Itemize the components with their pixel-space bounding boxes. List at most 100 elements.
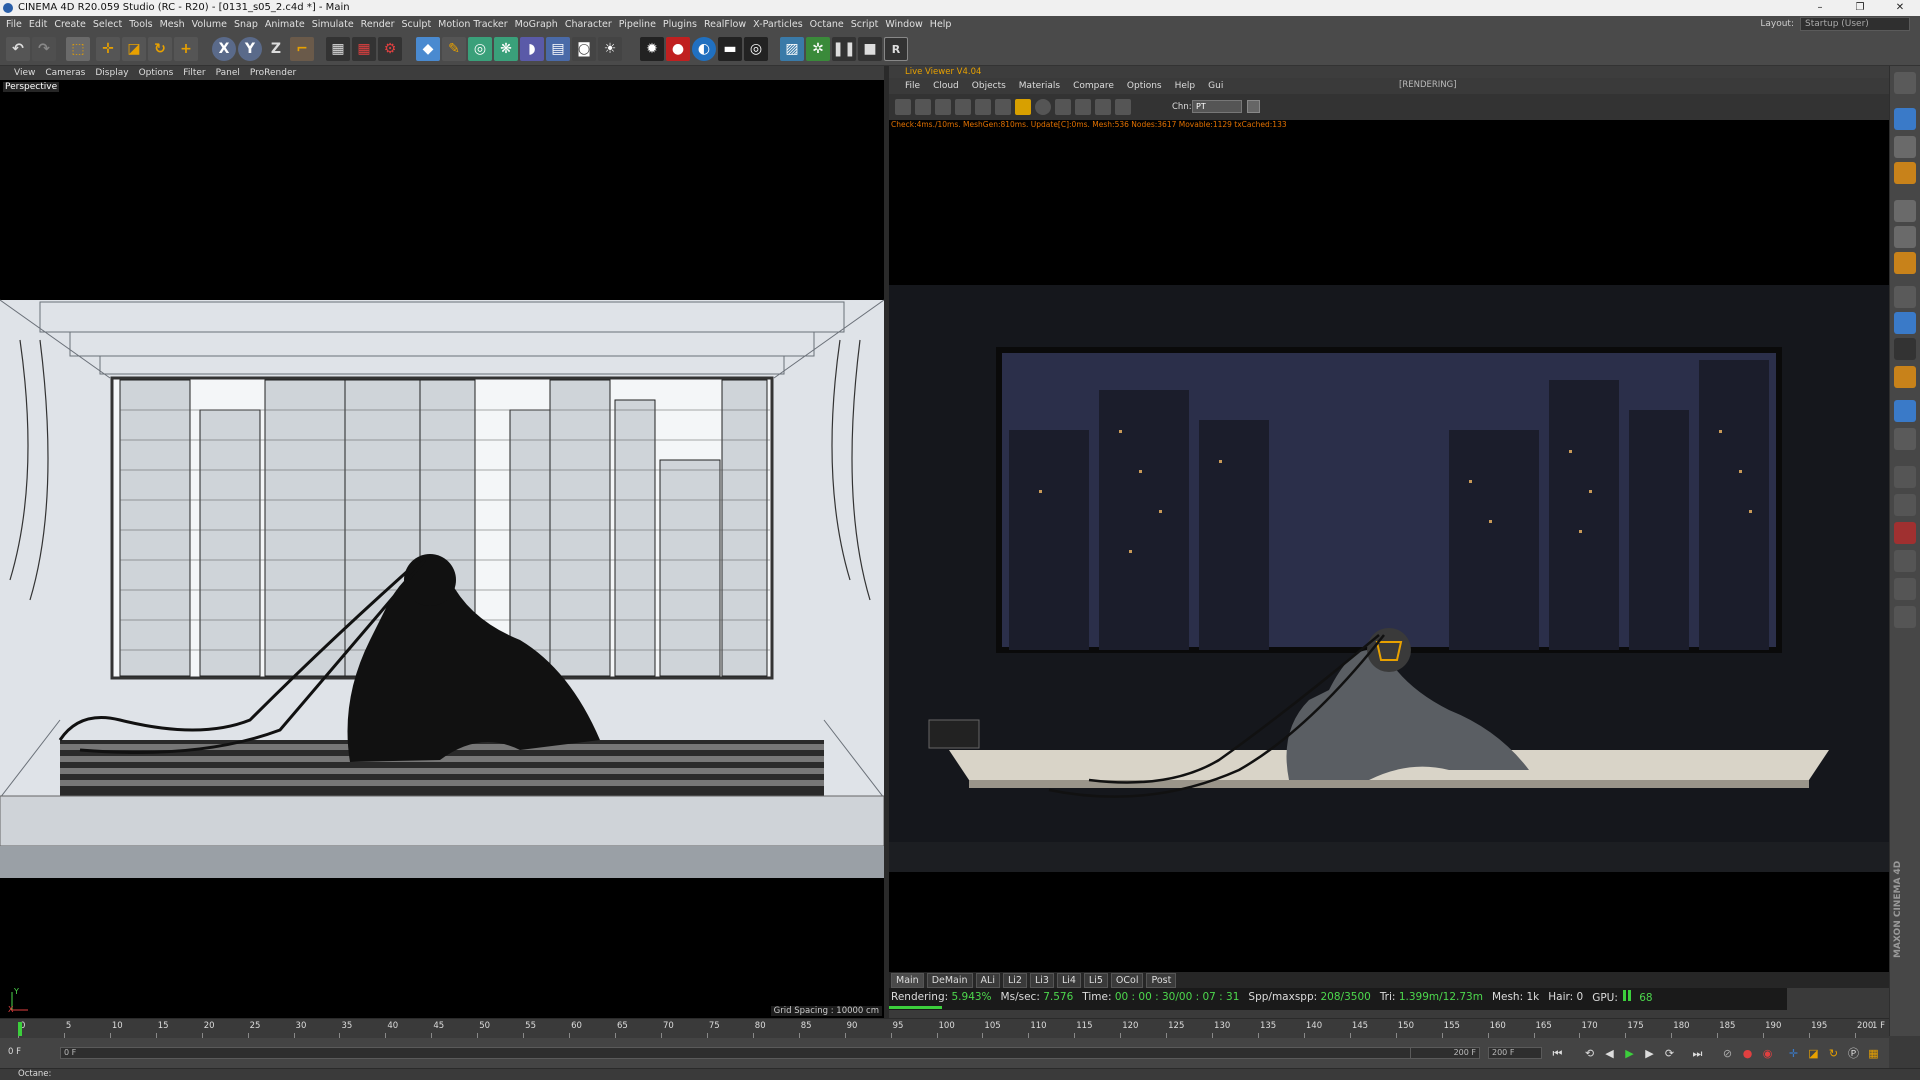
lv-menu-objects[interactable]: Objects	[972, 81, 1006, 91]
render-view-icon[interactable]: ▦	[326, 37, 350, 61]
viewport-menu-cameras[interactable]: Cameras	[45, 68, 85, 78]
menu-edit[interactable]: Edit	[29, 19, 54, 30]
pen-icon[interactable]: ✎	[442, 37, 466, 61]
lv-menu-file[interactable]: File	[905, 81, 920, 91]
lv-tab-ocol[interactable]: OCol	[1110, 973, 1144, 988]
menu-script[interactable]: Script	[851, 19, 886, 30]
viewport-menu-prorender[interactable]: ProRender	[250, 68, 296, 78]
viewport-menu-view[interactable]: View	[14, 68, 35, 78]
lv-settings-icon[interactable]	[975, 99, 991, 115]
redo-icon[interactable]: ↷	[32, 37, 56, 61]
sculpt-layer-icon[interactable]	[1894, 550, 1916, 572]
light-icon[interactable]: ☀	[598, 37, 622, 61]
close-button[interactable]: ✕	[1880, 0, 1920, 16]
move-icon[interactable]: ✛	[96, 37, 120, 61]
scene-end-field[interactable]: 200 F	[1488, 1047, 1542, 1059]
lv-tab-li3[interactable]: Li3	[1029, 973, 1054, 988]
menu-animate[interactable]: Animate	[265, 19, 312, 30]
menu-select[interactable]: Select	[93, 19, 129, 30]
camera-icon[interactable]: ◙	[572, 37, 596, 61]
menu-file[interactable]: File	[6, 19, 29, 30]
channel-dropdown[interactable]: PT	[1192, 100, 1242, 113]
menu-help[interactable]: Help	[930, 19, 959, 30]
key-scale-icon[interactable]: ◪	[1806, 1046, 1821, 1061]
cloner-icon[interactable]: ❋	[494, 37, 518, 61]
floor-icon[interactable]: ▤	[546, 37, 570, 61]
lv-clay-icon[interactable]	[1055, 99, 1071, 115]
play-icon[interactable]: ▶	[1622, 1046, 1637, 1061]
workplane-lock-icon[interactable]	[1894, 366, 1916, 388]
octane-stop-icon[interactable]: ■	[858, 37, 882, 61]
lv-tab-li5[interactable]: Li5	[1083, 973, 1108, 988]
lv-menu-cloud[interactable]: Cloud	[933, 81, 959, 91]
menu-snap[interactable]: Snap	[234, 19, 265, 30]
minimize-button[interactable]: –	[1800, 0, 1840, 16]
prev-frame-icon[interactable]: ◀	[1602, 1046, 1617, 1061]
x-axis-icon[interactable]: X	[212, 37, 236, 61]
lv-menu-options[interactable]: Options	[1127, 81, 1162, 91]
octane-pause-icon[interactable]: ❚❚	[832, 37, 856, 61]
subdivision-icon[interactable]: ◎	[468, 37, 492, 61]
lv-menu-gui[interactable]: Gui	[1208, 81, 1223, 91]
octane-scatter-icon[interactable]: ▨	[780, 37, 804, 61]
next-keyframe-icon[interactable]: ⟳	[1662, 1046, 1677, 1061]
viewport-menu-display[interactable]: Display	[95, 68, 128, 78]
perspective-viewport[interactable]: Perspective Grid Spacing : 10000 cm Y X	[0, 80, 884, 1018]
lv-menu-materials[interactable]: Materials	[1019, 81, 1060, 91]
prev-keyframe-icon[interactable]: ⟲	[1582, 1046, 1597, 1061]
menu-render[interactable]: Render	[361, 19, 402, 30]
lv-pin-icon[interactable]	[1115, 99, 1131, 115]
menu-tools[interactable]: Tools	[129, 19, 159, 30]
lv-tab-demain[interactable]: DeMain	[926, 973, 973, 988]
menu-mograph[interactable]: MoGraph	[515, 19, 565, 30]
record-keys-icon[interactable]: ●	[1740, 1046, 1755, 1061]
go-to-start-icon[interactable]: ⏮	[1550, 1046, 1565, 1061]
lv-tab-li2[interactable]: Li2	[1002, 973, 1027, 988]
rotate-icon[interactable]: ↻	[148, 37, 172, 61]
menu-sculpt[interactable]: Sculpt	[402, 19, 439, 30]
lv-sphere-icon[interactable]	[1035, 99, 1051, 115]
lv-restart-icon[interactable]	[915, 99, 931, 115]
lv-tab-li4[interactable]: Li4	[1056, 973, 1081, 988]
viewport-menu-panel[interactable]: Panel	[216, 68, 240, 78]
key-pla-icon[interactable]: ▦	[1866, 1046, 1881, 1061]
model-mode-icon[interactable]	[1894, 108, 1916, 130]
key-parameter-icon[interactable]: Ⓟ	[1846, 1046, 1861, 1061]
workplane-mode-icon[interactable]	[1894, 162, 1916, 184]
lv-send-scene-icon[interactable]	[895, 99, 911, 115]
deformer-icon[interactable]: ◗	[520, 37, 544, 61]
octane-reset-icon[interactable]: R	[884, 37, 908, 61]
layout-snapshot-icon[interactable]	[1894, 522, 1916, 544]
coordinate-system-icon[interactable]: ⌐	[290, 37, 314, 61]
octane-material-icon[interactable]: ◐	[692, 37, 716, 61]
menu-window[interactable]: Window	[885, 19, 929, 30]
octane-texture-icon[interactable]: ◎	[744, 37, 768, 61]
maximize-button[interactable]: ❐	[1840, 0, 1880, 16]
lv-menu-help[interactable]: Help	[1175, 81, 1196, 91]
edges-mode-icon[interactable]	[1894, 226, 1916, 248]
octane-object-icon[interactable]: ▬	[718, 37, 742, 61]
polygons-mode-icon[interactable]	[1894, 252, 1916, 274]
lv-focus-icon[interactable]	[1095, 99, 1111, 115]
menu-simulate[interactable]: Simulate	[312, 19, 361, 30]
viewport-menu-filter[interactable]: Filter	[183, 68, 205, 78]
lv-material-icon[interactable]	[995, 99, 1011, 115]
solo-mode-icon[interactable]	[1894, 400, 1916, 422]
menu-volume[interactable]: Volume	[192, 19, 234, 30]
octane-record-icon[interactable]: ●	[666, 37, 690, 61]
key-rotation-icon[interactable]: ↻	[1826, 1046, 1841, 1061]
lv-lock-icon[interactable]	[1015, 99, 1031, 115]
lv-tab-ali[interactable]: ALi	[975, 973, 1000, 988]
viewport-menu-options[interactable]: Options	[139, 68, 174, 78]
live-selection-icon[interactable]: ⬚	[66, 37, 90, 61]
menu-octane[interactable]: Octane	[810, 19, 851, 30]
axis-mode-icon[interactable]	[1894, 286, 1916, 308]
lv-region-icon[interactable]	[955, 99, 971, 115]
lv-layer-icon[interactable]	[1075, 99, 1091, 115]
recent-tool-icon[interactable]: +	[174, 37, 198, 61]
grid-plane-icon[interactable]	[1894, 466, 1916, 488]
cube-icon[interactable]: ◆	[416, 37, 440, 61]
preview-range-slider[interactable]: 0 F	[60, 1047, 1480, 1059]
render-picture-viewer-icon[interactable]: ▦	[352, 37, 376, 61]
tweak-mode-icon[interactable]	[1894, 312, 1916, 334]
